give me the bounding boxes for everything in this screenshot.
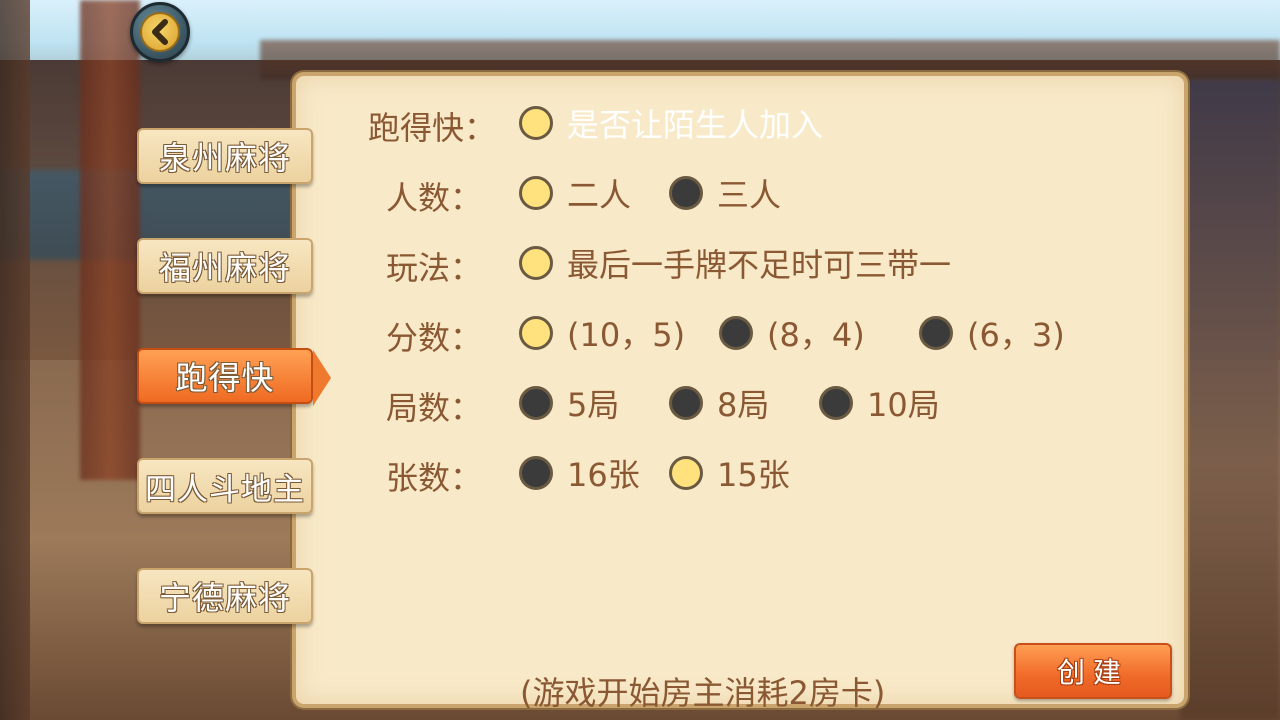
players-label: 人数： (386, 179, 483, 217)
option-label: 16张 (567, 456, 640, 494)
rule-label: 玩法： (386, 249, 483, 287)
option-label: (10，5) (567, 316, 686, 354)
option-label: (8，4) (767, 316, 865, 354)
tab-quanzhou-mahjong[interactable]: 泉州麻将 (137, 128, 313, 184)
back-button[interactable] (130, 2, 190, 62)
option-label: 8局 (717, 386, 770, 424)
radio-button[interactable] (519, 176, 553, 210)
chevron-left-icon (152, 19, 168, 45)
allow-strangers-option[interactable]: 是否让陌生人加入 (519, 103, 824, 144)
score-label: 分数： (386, 319, 483, 357)
option-label: 15张 (717, 456, 790, 494)
rule-option-three-with-one[interactable]: 最后一手牌不足时可三带一 (519, 243, 952, 284)
rounds-option-10[interactable]: 10局 (819, 383, 940, 424)
score-option-10-5[interactable]: (10，5) (519, 313, 686, 354)
radio-button[interactable] (519, 316, 553, 350)
option-label: 最后一手牌不足时可三带一 (567, 246, 952, 284)
option-label: 是否让陌生人加入 (567, 106, 824, 144)
players-option-three[interactable]: 三人 (669, 173, 782, 214)
option-label: (6，3) (967, 316, 1065, 354)
score-option-6-3[interactable]: (6，3) (919, 313, 1065, 354)
radio-button[interactable] (669, 386, 703, 420)
cards-option-16[interactable]: 16张 (519, 453, 640, 494)
tab-paodekuai[interactable]: 跑得快 (137, 348, 313, 404)
cards-label: 张数： (386, 459, 483, 497)
radio-button[interactable] (519, 106, 553, 140)
radio-button[interactable] (519, 456, 553, 490)
tab-four-player-doudizhu[interactable]: 四人斗地主 (137, 458, 313, 514)
option-label: 10局 (867, 386, 940, 424)
active-tab-arrow (313, 350, 331, 406)
cards-option-15[interactable]: 15张 (669, 453, 790, 494)
tab-fuzhou-mahjong[interactable]: 福州麻将 (137, 238, 313, 294)
radio-button[interactable] (519, 386, 553, 420)
room-card-cost-note: (游戏开始房主消耗2房卡) (520, 674, 886, 712)
radio-button[interactable] (819, 386, 853, 420)
score-option-8-4[interactable]: (8，4) (719, 313, 865, 354)
rounds-label: 局数： (386, 389, 483, 427)
create-room-button[interactable]: 创建 (1014, 643, 1172, 699)
radio-button[interactable] (669, 176, 703, 210)
game-title-label: 跑得快： (368, 109, 497, 147)
players-option-two[interactable]: 二人 (519, 173, 632, 214)
option-label: 三人 (717, 176, 782, 214)
option-label: 二人 (567, 176, 632, 214)
rounds-option-8[interactable]: 8局 (669, 383, 770, 424)
option-label: 5局 (567, 386, 620, 424)
radio-button[interactable] (919, 316, 953, 350)
radio-button[interactable] (719, 316, 753, 350)
tab-ningde-mahjong[interactable]: 宁德麻将 (137, 568, 313, 624)
radio-button[interactable] (519, 246, 553, 280)
radio-button[interactable] (669, 456, 703, 490)
rounds-option-5[interactable]: 5局 (519, 383, 620, 424)
